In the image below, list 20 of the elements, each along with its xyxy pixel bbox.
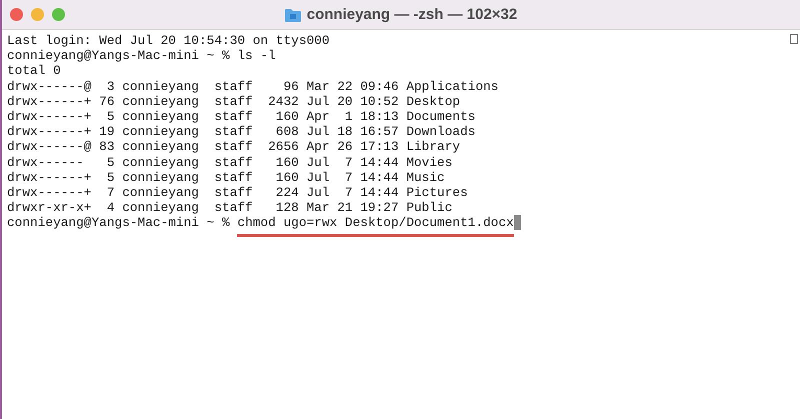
shell-prompt: connieyang@Yangs-Mac-mini ~ %: [7, 215, 230, 231]
terminal-line: total 0: [7, 63, 61, 79]
command-text: chmod ugo=rwx Desktop/Document1.docx: [237, 215, 514, 237]
folder-icon: [284, 8, 301, 22]
minimize-button[interactable]: [31, 8, 44, 21]
close-button[interactable]: [10, 8, 23, 21]
terminal-line: drwx------@ 83 connieyang staff 2656 Apr 26 17:13 Library: [7, 139, 460, 155]
terminal-line: connieyang@Yangs-Mac-mini ~ % ls -l: [7, 48, 276, 64]
terminal-line: drwx------+ 5 connieyang staff 160 Jul 7 14:44 Music: [7, 170, 445, 186]
terminal-line: drwxr-xr-x+ 4 connieyang staff 128 Mar 21 19:27 Public: [7, 200, 452, 216]
terminal-line: drwx------+ 76 connieyang staff 2432 Jul 20 10:52 Desktop: [7, 94, 460, 110]
window-title: connieyang — -zsh — 102×32: [306, 4, 518, 25]
zoom-button[interactable]: [52, 8, 65, 21]
terminal-line: drwx------+ 7 connieyang staff 224 Jul 7 14:44 Pictures: [7, 185, 468, 200]
terminal-line: Last login: Wed Jul 20 10:54:30 on ttys000: [7, 33, 330, 48]
terminal-line: drwx------+ 19 connieyang staff 608 Jul 18 16:57 Downloads: [7, 124, 476, 140]
terminal-line: drwx------+ 5 connieyang staff 160 Apr 1 18:13 Documents: [7, 109, 476, 124]
terminal-line: drwx------@ 3 connieyang staff 96 Mar 22 09:46 Applications: [7, 78, 498, 94]
scroll-indicator-icon: [790, 34, 798, 44]
terminal-line: drwx------ 5 connieyang staff 160 Jul 7 14:44 Movies: [7, 154, 452, 170]
